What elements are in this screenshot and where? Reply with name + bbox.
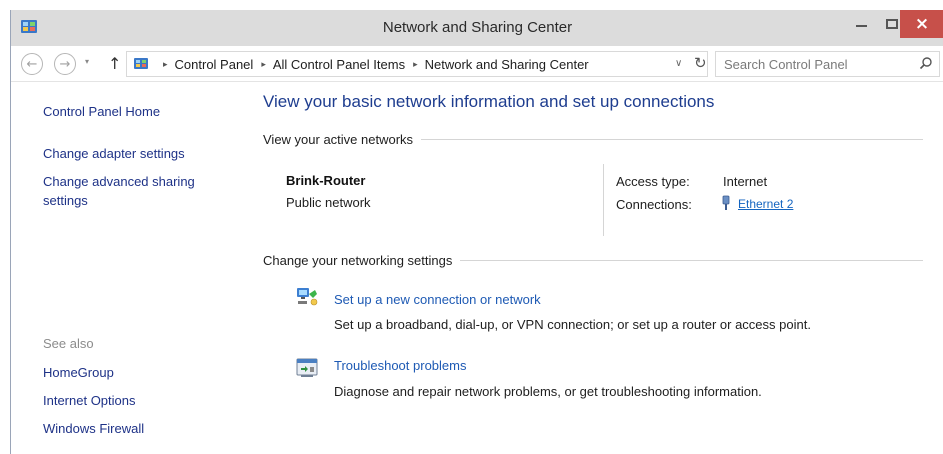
breadcrumb-separator-icon[interactable]: ▸: [413, 60, 418, 70]
network-type[interactable]: Public network: [286, 195, 371, 210]
control-panel-home-link[interactable]: Control Panel Home: [43, 102, 233, 121]
breadcrumb-network-sharing[interactable]: Network and Sharing Center: [425, 57, 589, 72]
page-title: View your basic network information and …: [263, 92, 715, 111]
back-button[interactable]: ←: [21, 53, 43, 75]
see-also-label: See also: [43, 336, 94, 351]
close-button[interactable]: ×: [900, 10, 943, 38]
breadcrumb-control-panel[interactable]: Control Panel: [175, 57, 254, 72]
ethernet-connection-link[interactable]: Ethernet 2: [738, 197, 793, 211]
search-box[interactable]: [715, 51, 940, 77]
left-pane: Control Panel Home Change adapter settin…: [11, 82, 251, 454]
internet-options-link[interactable]: Internet Options: [43, 391, 233, 410]
breadcrumb: ▸ Control Panel ▸ All Control Panel Item…: [155, 57, 589, 72]
main-content: View your basic network information and …: [261, 82, 943, 454]
section-divider: [421, 139, 923, 140]
windows-firewall-link[interactable]: Windows Firewall: [43, 419, 233, 438]
minimize-icon: [855, 25, 867, 27]
access-type-value: Internet: [723, 174, 768, 189]
active-networks-heading: View your active networks: [263, 132, 414, 147]
window-title: Network and Sharing Center: [382, 19, 573, 36]
chevron-down-icon[interactable]: ∨: [675, 58, 682, 69]
refresh-icon[interactable]: ↻: [694, 54, 707, 72]
setup-connection-link[interactable]: Set up a new connection or network: [334, 292, 541, 307]
change-settings-heading: Change your networking settings: [263, 253, 453, 268]
back-arrow-icon: ←: [26, 56, 38, 72]
address-bar[interactable]: ▸ Control Panel ▸ All Control Panel Item…: [126, 51, 708, 77]
section-divider: [460, 260, 923, 261]
connections-label: Connections:: [616, 197, 692, 212]
up-arrow-icon[interactable]: ↑: [108, 54, 121, 73]
breadcrumb-separator-icon[interactable]: ▸: [163, 60, 168, 70]
close-icon: ×: [914, 13, 930, 34]
navigation-bar: ← → ▾ ↑ ▸ Control Panel ▸ All Control Pa…: [11, 46, 943, 82]
search-icon[interactable]: [919, 56, 933, 70]
access-type-label: Access type:: [616, 174, 690, 189]
forward-button[interactable]: →: [54, 53, 76, 75]
breadcrumb-separator-icon[interactable]: ▸: [261, 60, 266, 70]
recent-locations-icon[interactable]: ▾: [85, 57, 89, 66]
homegroup-link[interactable]: HomeGroup: [43, 363, 233, 382]
ethernet-icon: [722, 195, 730, 210]
search-input[interactable]: [716, 52, 906, 76]
title-bar[interactable]: Network and Sharing Center ×: [11, 10, 943, 46]
active-networks-section: View your active networks: [263, 132, 923, 147]
minimize-button[interactable]: [846, 10, 876, 38]
troubleshoot-problems-link[interactable]: Troubleshoot problems: [334, 358, 466, 373]
vertical-divider: [603, 164, 604, 236]
setup-connection-description: Set up a broadband, dial-up, or VPN conn…: [334, 317, 811, 332]
forward-arrow-icon: →: [59, 56, 71, 72]
network-sharing-window: Network and Sharing Center × ← → ▾ ↑ ▸ C…: [10, 10, 943, 454]
change-advanced-sharing-link[interactable]: Change advanced sharing settings: [43, 172, 233, 210]
breadcrumb-all-items[interactable]: All Control Panel Items: [273, 57, 405, 72]
network-setup-icon: [297, 288, 318, 306]
control-panel-icon: [134, 58, 148, 69]
troubleshoot-icon: [296, 358, 318, 377]
troubleshoot-problems-description: Diagnose and repair network problems, or…: [334, 384, 762, 399]
change-settings-section: Change your networking settings: [263, 253, 923, 268]
network-name: Brink-Router: [286, 173, 366, 188]
maximize-icon: [886, 19, 898, 29]
change-adapter-settings-link[interactable]: Change adapter settings: [43, 144, 233, 163]
